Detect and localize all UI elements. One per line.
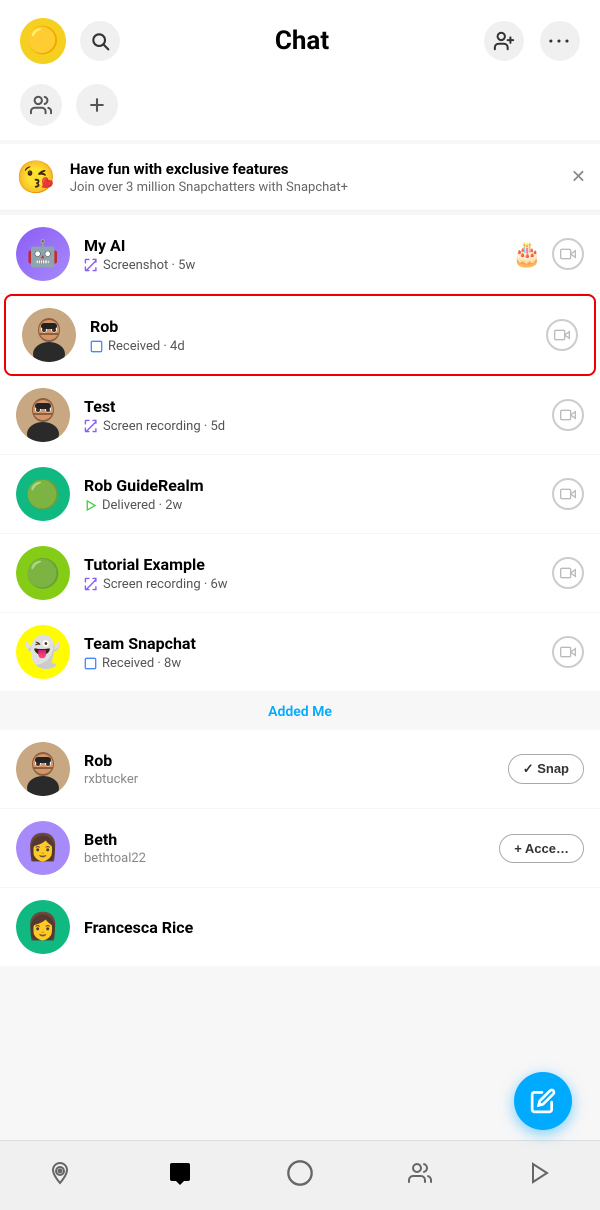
chat-name-team-snapchat: Team Snapchat (84, 634, 552, 653)
chat-sub-team-snapchat: Received · 8w (84, 656, 552, 671)
chat-action-rob (546, 319, 578, 351)
added-name-francesca-rice: Francesca Rice (84, 918, 584, 937)
bottom-nav (0, 1140, 600, 1210)
camera-icon (286, 1159, 314, 1193)
added-name-beth: Beth (84, 830, 499, 849)
nav-item-map[interactable] (35, 1151, 85, 1201)
nav-item-camera[interactable] (275, 1151, 325, 1201)
camera-icon[interactable] (552, 557, 584, 589)
promo-emoji: 😘 (16, 158, 56, 196)
chat-avatar-rob-guiderealm: 🟢 (16, 467, 70, 521)
chat-sub-rob: Received · 4d (90, 339, 546, 354)
groups-button[interactable] (20, 84, 62, 126)
chat-name-rob-guiderealm: Rob GuideRealm (84, 476, 552, 495)
promo-text: Have fun with exclusive features Join ov… (70, 160, 584, 195)
added-item-rob-added[interactable]: Rob rxbtucker ✓ Snap (0, 730, 600, 809)
chat-sub-rob-guiderealm: Delivered · 2w (84, 498, 552, 513)
chat-info-rob-guiderealm: Rob GuideRealm Delivered · 2w (84, 476, 552, 513)
camera-icon[interactable] (552, 478, 584, 510)
accept-button-beth[interactable]: + Acce… (499, 834, 584, 863)
header: 🟡 Chat ··· (0, 0, 600, 74)
add-friend-button[interactable] (484, 21, 524, 61)
discover-icon (528, 1161, 552, 1191)
chat-item-tutorial-example[interactable]: 🟢 Tutorial Example Screen recording · 6w (0, 534, 600, 613)
camera-icon[interactable] (546, 319, 578, 351)
added-section: Rob rxbtucker ✓ Snap 👩 Beth bethtoal22 +… (0, 730, 600, 966)
friends-icon (408, 1161, 432, 1191)
chat-item-rob[interactable]: Rob Received · 4d (4, 294, 596, 376)
new-chat-button[interactable] (76, 84, 118, 126)
header-left: 🟡 (20, 18, 120, 64)
promo-close-button[interactable]: ✕ (571, 167, 586, 188)
chat-name-rob: Rob (90, 317, 546, 336)
chat-action-team-snapchat (552, 636, 584, 668)
nav-item-friends[interactable] (395, 1151, 445, 1201)
chat-sub-my-ai: Screenshot · 5w (84, 258, 512, 273)
chat-info-rob: Rob Received · 4d (90, 317, 546, 354)
added-avatar-rob-added (16, 742, 70, 796)
added-username-beth: bethtoal22 (84, 851, 499, 866)
snap-button-rob-added[interactable]: ✓ Snap (508, 754, 584, 784)
chat-info-team-snapchat: Team Snapchat Received · 8w (84, 634, 552, 671)
chat-avatar-my-ai: 🤖 (16, 227, 70, 281)
camera-icon[interactable] (552, 636, 584, 668)
page-title: Chat (275, 26, 329, 56)
chat-name-test: Test (84, 397, 552, 416)
search-button[interactable] (80, 21, 120, 61)
chat-item-my-ai[interactable]: 🤖 My AI Screenshot · 5w 🎂 (0, 215, 600, 294)
added-item-beth[interactable]: 👩 Beth bethtoal22 + Acce… (0, 809, 600, 888)
sub-header (0, 74, 600, 140)
chat-avatar-team-snapchat: 👻 (16, 625, 70, 679)
chat-item-test[interactable]: Test Screen recording · 5d (0, 376, 600, 455)
header-right: ··· (484, 21, 580, 61)
emoji-badge: 🎂 (512, 240, 542, 268)
chat-name-my-ai: My AI (84, 236, 512, 255)
added-info-rob-added: Rob rxbtucker (84, 751, 508, 787)
added-me-label: Added Me (0, 692, 600, 730)
chat-action-my-ai: 🎂 (512, 238, 584, 270)
promo-subtitle: Join over 3 million Snapchatters with Sn… (70, 180, 584, 195)
added-info-beth: Beth bethtoal22 (84, 830, 499, 866)
nav-item-discover[interactable] (515, 1151, 565, 1201)
chat-name-tutorial-example: Tutorial Example (84, 555, 552, 574)
chat-list: 🤖 My AI Screenshot · 5w 🎂 (0, 215, 600, 692)
map-icon (48, 1161, 72, 1191)
chat-info-my-ai: My AI Screenshot · 5w (84, 236, 512, 273)
chat-sub-test: Screen recording · 5d (84, 419, 552, 434)
camera-icon[interactable] (552, 238, 584, 270)
chat-item-team-snapchat[interactable]: 👻 Team Snapchat Received · 8w (0, 613, 600, 692)
chat-info-test: Test Screen recording · 5d (84, 397, 552, 434)
chat-avatar-tutorial-example: 🟢 (16, 546, 70, 600)
chat-action-tutorial-example (552, 557, 584, 589)
added-avatar-francesca-rice: 👩 (16, 900, 70, 954)
camera-icon[interactable] (552, 399, 584, 431)
chat-action-test (552, 399, 584, 431)
nav-item-chat[interactable] (155, 1151, 205, 1201)
chat-avatar-test (16, 388, 70, 442)
promo-title: Have fun with exclusive features (70, 160, 584, 178)
chat-info-tutorial-example: Tutorial Example Screen recording · 6w (84, 555, 552, 592)
chat-avatar-rob (22, 308, 76, 362)
added-username-rob-added: rxbtucker (84, 772, 508, 787)
added-item-francesca-rice[interactable]: 👩 Francesca Rice (0, 888, 600, 966)
added-name-rob-added: Rob (84, 751, 508, 770)
added-avatar-beth: 👩 (16, 821, 70, 875)
promo-banner: 😘 Have fun with exclusive features Join … (0, 144, 600, 211)
chat-item-rob-guiderealm[interactable]: 🟢 Rob GuideRealm Delivered · 2w (0, 455, 600, 534)
chat-action-rob-guiderealm (552, 478, 584, 510)
profile-avatar[interactable]: 🟡 (20, 18, 66, 64)
chat-icon (168, 1161, 192, 1191)
compose-fab[interactable] (514, 1072, 572, 1130)
added-info-francesca-rice: Francesca Rice (84, 918, 584, 937)
chat-sub-tutorial-example: Screen recording · 6w (84, 577, 552, 592)
more-options-button[interactable]: ··· (540, 21, 580, 61)
